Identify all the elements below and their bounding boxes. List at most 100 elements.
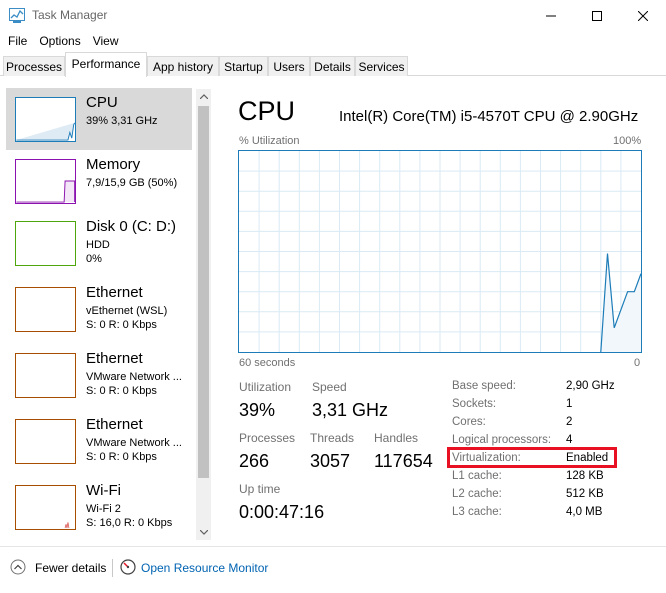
menu-options[interactable]: Options [31,31,80,51]
maximize-icon [592,10,602,21]
tab-startup[interactable]: Startup [219,56,268,76]
sidebar-item-disk[interactable]: Disk 0 (C: D:) HDD 0% [6,212,192,274]
info-label-logical-processors: Logical processors: [452,434,552,446]
tab-services[interactable]: Services [355,56,408,76]
sidebar-item-detail: HDD [86,239,110,251]
minimize-icon [546,15,556,16]
sidebar-item-detail-2: S: 16,0 R: 0 Kbps [86,517,173,529]
cpu-utilization-graph [238,150,642,353]
info-value-l1-cache: 128 KB [566,470,604,482]
ethernet-thumbnail-graph [15,419,76,464]
sidebar-item-detail-2: S: 0 R: 0 Kbps [86,319,157,331]
open-resource-monitor-link[interactable]: Open Resource Monitor [141,561,268,575]
menu-bar: File Options View [0,31,666,51]
threads-label: Threads [310,431,355,445]
speed-label: Speed [312,380,347,394]
title-bar: Task Manager [0,0,666,31]
resource-sidebar: CPU 39% 3,31 GHz Memory 7,9/15,9 GB (50%… [0,77,213,542]
scroll-up-button[interactable] [196,89,211,104]
info-label-base-speed: Base speed: [452,380,516,392]
sidebar-item-label: Wi-Fi [86,482,121,499]
sidebar-item-detail: VMware Network ... [86,371,182,383]
utilization-label: Utilization [239,380,292,394]
sidebar-item-detail: Wi-Fi 2 [86,503,121,515]
chevron-up-icon [199,94,208,99]
task-manager-icon [9,8,25,23]
info-label-l2-cache: L2 cache: [452,488,502,500]
info-value-cores: 2 [566,416,573,428]
tab-performance[interactable]: Performance [65,52,147,77]
sidebar-item-wifi[interactable]: Wi-Fi Wi-Fi 2 S: 16,0 R: 0 Kbps [6,476,192,538]
sidebar-item-label: Disk 0 (C: D:) [86,218,176,235]
uptime-label: Up time [239,482,281,496]
info-value-sockets: 1 [566,398,573,410]
disk-thumbnail-graph [15,221,76,266]
threads-value: 3057 [310,451,351,471]
utilization-value: 39% [239,400,276,420]
footer-bar: Fewer details Open Resource Monitor [0,546,666,593]
sidebar-item-ethernet-wsl[interactable]: Ethernet vEthernet (WSL) S: 0 R: 0 Kbps [6,278,192,340]
sidebar-item-label: Ethernet [86,284,143,301]
sidebar-item-detail: VMware Network ... [86,437,182,449]
graph-y-label: % Utilization [239,135,300,147]
sidebar-item-detail: vEthernet (WSL) [86,305,168,317]
tab-users[interactable]: Users [268,56,310,76]
menu-view[interactable]: View [85,31,119,51]
minimize-button[interactable] [528,0,574,31]
handles-value: 117654 [374,451,433,471]
sidebar-item-label: Ethernet [86,416,143,433]
wifi-thumbnail-graph [15,485,76,530]
sidebar-item-label: CPU [86,94,118,111]
ethernet-thumbnail-graph [15,353,76,398]
maximize-button[interactable] [574,0,620,31]
graph-x-min-label: 0 [634,357,641,369]
info-value-l3-cache: 4,0 MB [566,506,603,518]
close-button[interactable] [620,0,666,31]
sidebar-item-label: Ethernet [86,350,143,367]
processes-value: 266 [239,451,270,471]
close-icon [638,10,648,21]
info-value-l2-cache: 512 KB [566,488,604,500]
sidebar-item-detail-2: S: 0 R: 0 Kbps [86,385,157,397]
chevron-up-circle-icon[interactable] [10,559,26,575]
info-label-l3-cache: L3 cache: [452,506,502,518]
tab-bar: Processes Performance App history Startu… [0,52,666,77]
info-label-sockets: Sockets: [452,398,497,410]
sidebar-item-detail: 39% 3,31 GHz [86,115,158,127]
handles-label: Handles [374,431,419,445]
ethernet-thumbnail-graph [15,287,76,332]
graph-y-max-label: 100% [613,135,642,147]
sidebar-item-memory[interactable]: Memory 7,9/15,9 GB (50%) [6,150,192,212]
info-label-l1-cache: L1 cache: [452,470,502,482]
sidebar-item-detail-2: 0% [86,253,102,265]
scroll-down-button[interactable] [196,525,211,540]
speed-value: 3,31 GHz [312,400,389,420]
sidebar-item-label: Memory [86,156,141,173]
page-title: CPU [238,96,296,126]
chevron-down-icon [199,530,208,535]
sidebar-item-ethernet-vmware-2[interactable]: Ethernet VMware Network ... S: 0 R: 0 Kb… [6,410,192,472]
sidebar-item-cpu[interactable]: CPU 39% 3,31 GHz [6,88,192,150]
cpu-thumbnail-graph [15,97,76,142]
footer-separator [112,559,113,577]
virtualization-highlight-box [447,447,617,468]
sidebar-item-detail: 7,9/15,9 GB (50%) [86,177,178,189]
tab-details[interactable]: Details [310,56,355,76]
tab-app-history[interactable]: App history [147,56,219,76]
info-value-logical-processors: 4 [566,434,573,446]
menu-file[interactable]: File [0,31,27,51]
memory-thumbnail-graph [15,159,76,204]
tab-processes[interactable]: Processes [3,56,65,76]
processes-label: Processes [239,431,296,445]
window-title: Task Manager [32,8,108,22]
graph-x-label: 60 seconds [239,357,296,369]
cpu-model-name: Intel(R) Core(TM) i5-4570T CPU @ 2.90GHz [339,108,639,125]
fewer-details-button[interactable]: Fewer details [35,561,106,575]
resource-monitor-icon[interactable] [120,559,136,575]
info-value-base-speed: 2,90 GHz [566,380,615,392]
uptime-value: 0:00:47:16 [239,502,325,522]
sidebar-item-ethernet-vmware-1[interactable]: Ethernet VMware Network ... S: 0 R: 0 Kb… [6,344,192,406]
scrollbar-thumb[interactable] [198,106,209,478]
info-label-cores: Cores: [452,416,486,428]
sidebar-item-detail-2: S: 0 R: 0 Kbps [86,451,157,463]
